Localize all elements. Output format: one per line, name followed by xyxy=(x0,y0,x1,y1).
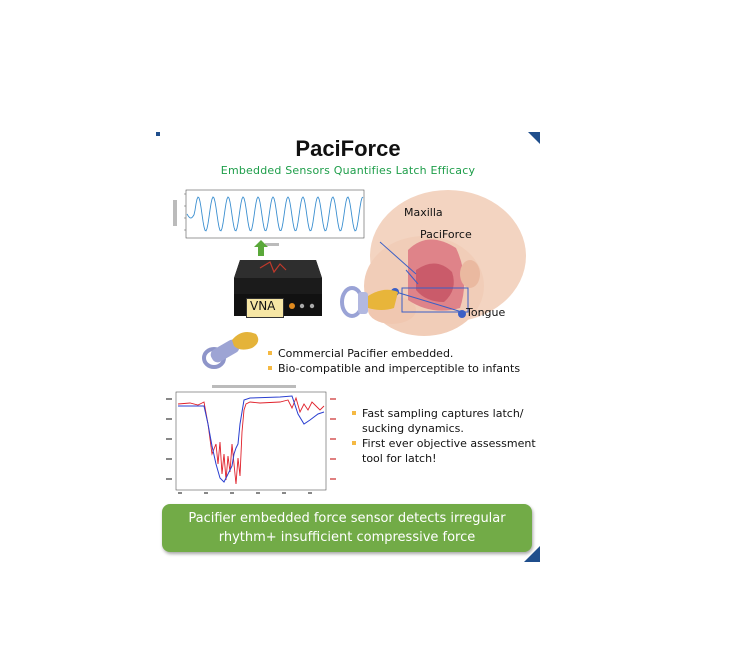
banner-line: rhythm+ insufficient compressive force xyxy=(218,530,476,545)
y-axis-ticks xyxy=(184,193,186,231)
plot-title-mark xyxy=(212,385,296,388)
banner-line: Pacifier embedded force sensor detects i… xyxy=(188,511,506,526)
summary-banner: Pacifier embedded force sensor detects i… xyxy=(162,504,532,552)
maxilla-label: Maxilla xyxy=(404,206,443,219)
bullet-text: Fast sampling captures latch/ xyxy=(362,407,524,420)
list-item: Bio-compatible and imperceptible to infa… xyxy=(268,361,520,376)
slide-title: PaciForce xyxy=(295,136,401,161)
bullet-text: tool for latch! xyxy=(362,452,437,465)
vna-label: VNA xyxy=(250,299,276,313)
slide: PaciForce Embedded Sensors Quantifies La… xyxy=(156,132,540,562)
bullet-text: Commercial Pacifier embedded. xyxy=(278,347,454,360)
bullet-text: sucking dynamics. xyxy=(362,422,464,435)
paciforce-label: PaciForce xyxy=(420,228,472,241)
list-item: Commercial Pacifier embedded. xyxy=(268,346,520,361)
top-bullet-list: Commercial Pacifier embedded. Bio-compat… xyxy=(268,346,520,376)
slide-subtitle: Embedded Sensors Quantifies Latch Effica… xyxy=(220,164,476,177)
y-axis-label-mark xyxy=(173,200,177,226)
right-bullet-list: Fast sampling captures latch/ sucking dy… xyxy=(352,406,536,466)
latch-force-plot xyxy=(166,385,336,494)
bullet-text: First ever objective assessment xyxy=(362,437,536,450)
tongue-label: Tongue xyxy=(466,306,506,319)
pacifier-icon xyxy=(340,286,398,318)
y-axis-ticks-right xyxy=(330,398,336,480)
x-axis-ticks xyxy=(178,492,312,494)
list-item: sucking dynamics. xyxy=(352,421,536,436)
list-item: tool for latch! xyxy=(352,451,536,466)
bullet-text: Bio-compatible and imperceptible to infa… xyxy=(278,362,521,375)
list-item: Fast sampling captures latch/ xyxy=(352,406,536,421)
pacifier-icon xyxy=(202,332,259,369)
list-item: First ever objective assessment xyxy=(352,436,536,451)
y-axis-ticks-left xyxy=(166,398,172,480)
signal-plot xyxy=(173,189,365,246)
